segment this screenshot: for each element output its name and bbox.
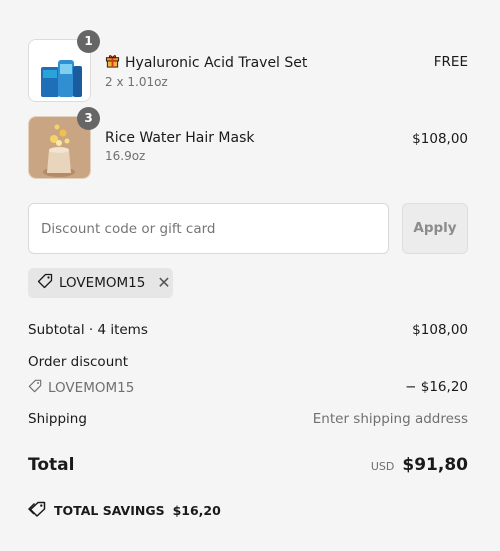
- quantity-badge: 3: [77, 107, 100, 130]
- product-variant: 2 x 1.01oz: [105, 75, 168, 89]
- product-title: Hyaluronic Acid Travel Set: [125, 54, 308, 71]
- gift-icon: [105, 53, 120, 72]
- tag-icon: [28, 379, 42, 397]
- line-item: 1 Hyaluronic Acid Travel Set 2 x 1.01oz …: [28, 30, 468, 102]
- tag-icon: [37, 273, 53, 293]
- applied-code: LOVEMOM15: [59, 275, 146, 291]
- apply-button[interactable]: Apply: [402, 203, 468, 254]
- currency-code: USD: [370, 460, 395, 473]
- total-value: $91,80: [402, 455, 468, 475]
- discount-code-input[interactable]: [28, 203, 389, 254]
- total-label: Total: [28, 455, 75, 475]
- order-discount-label: Order discount: [28, 354, 129, 370]
- order-summary: 1 Hyaluronic Acid Travel Set 2 x 1.01oz …: [0, 0, 500, 551]
- savings-label: TOTAL SAVINGS: [54, 503, 165, 518]
- applied-discount-chip: LOVEMOM15 ✕: [28, 268, 173, 298]
- product-price: $108,00: [412, 131, 468, 147]
- total-row: Total USD $91,80: [28, 455, 468, 479]
- discount-value: − $16,20: [405, 379, 468, 395]
- savings-value: $16,20: [172, 503, 221, 518]
- total-savings: TOTAL SAVINGS $16,20: [28, 501, 221, 520]
- product-thumbnail: 3: [28, 107, 100, 179]
- shipping-value: Enter shipping address: [312, 411, 468, 427]
- product-price: FREE: [433, 54, 468, 70]
- quantity-badge: 1: [77, 30, 100, 53]
- subtotal-label: Subtotal · 4 items: [28, 322, 148, 338]
- product-variant: 16.9oz: [105, 149, 146, 163]
- product-thumbnail: 1: [28, 30, 100, 102]
- remove-discount-icon[interactable]: ✕: [157, 275, 170, 291]
- savings-tag-icon: [28, 501, 46, 520]
- subtotal-value: $108,00: [412, 322, 468, 338]
- product-title: Rice Water Hair Mask: [105, 130, 255, 146]
- discount-code-label: LOVEMOM15: [48, 380, 135, 396]
- shipping-label: Shipping: [28, 411, 87, 427]
- line-item: 3 Rice Water Hair Mask 16.9oz $108,00: [28, 107, 468, 179]
